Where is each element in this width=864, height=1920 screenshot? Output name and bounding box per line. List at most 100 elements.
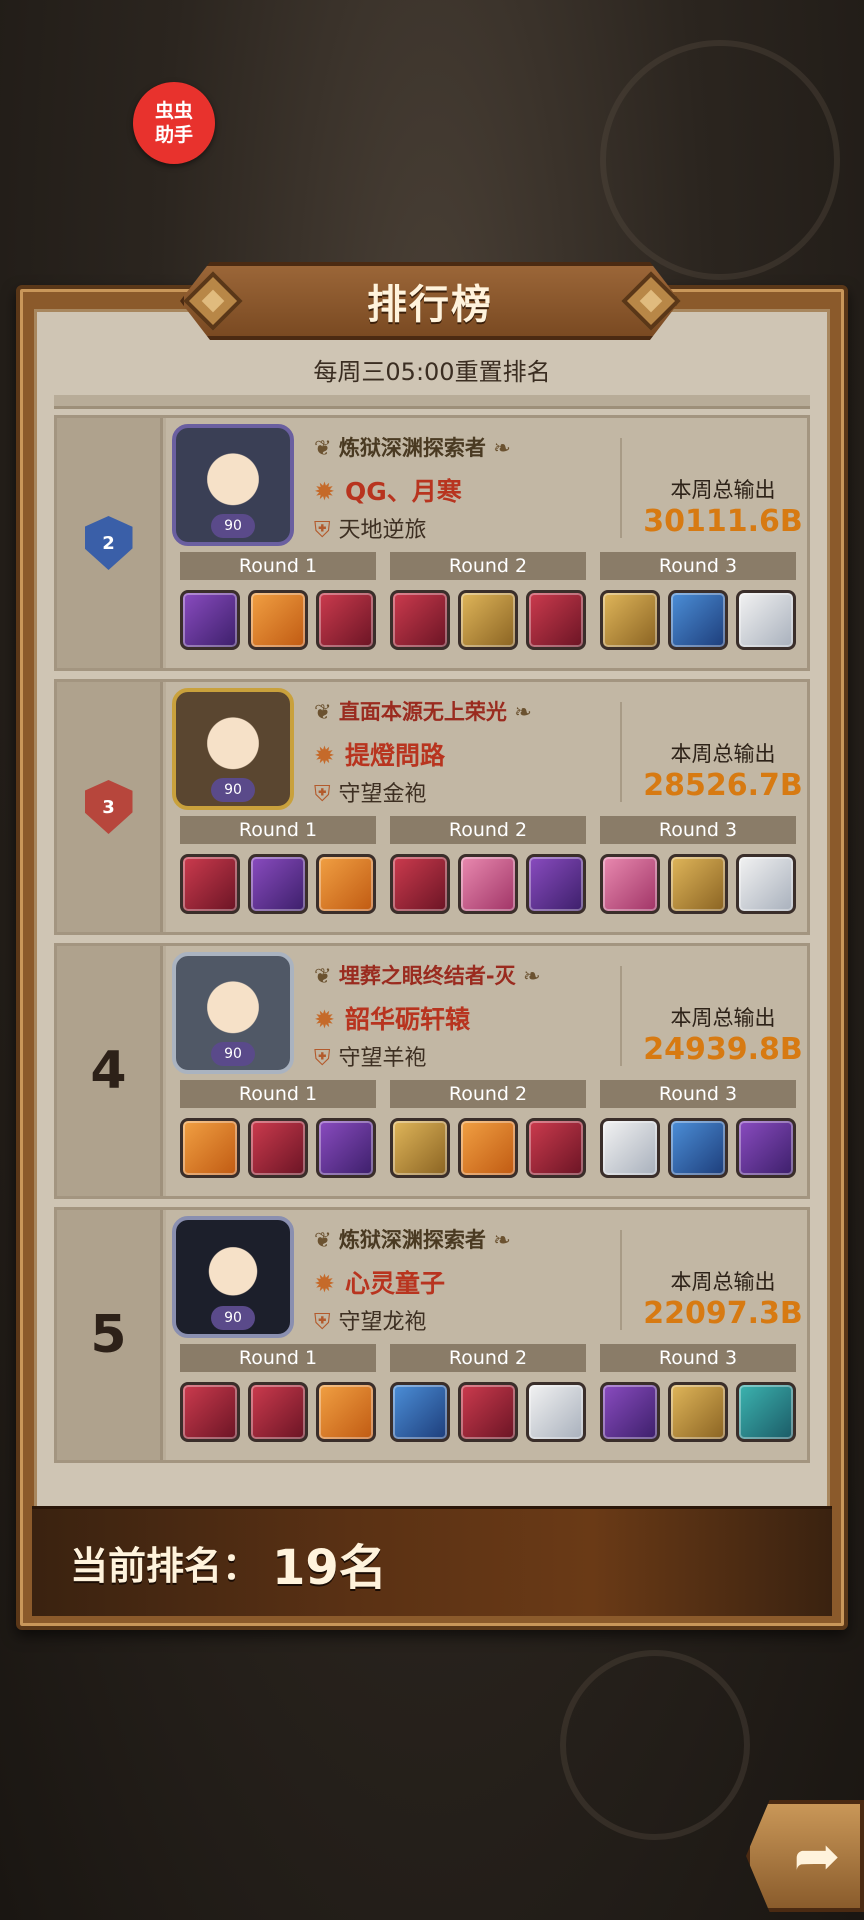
hero-portrait[interactable] [316, 590, 376, 650]
hero-portrait[interactable] [600, 854, 660, 914]
divider [620, 438, 622, 538]
hero-portrait[interactable] [526, 1382, 586, 1442]
hero-portrait[interactable] [458, 854, 518, 914]
hero-portrait[interactable] [526, 590, 586, 650]
guild-emblem-icon: ⛨ [314, 782, 331, 807]
rank-cell: 5 [57, 1210, 163, 1460]
hero-portrait[interactable] [390, 854, 450, 914]
laurel-left-icon: ❦ [314, 1228, 339, 1252]
player-name: ✹ QG、月寒 [314, 472, 462, 508]
player-guild: ⛨ 守望龙袍 [314, 1304, 427, 1336]
hero-portrait[interactable] [668, 590, 728, 650]
hero-portrait[interactable] [248, 1382, 308, 1442]
level-badge: 90 [211, 1306, 255, 1330]
player-avatar[interactable]: 90 [172, 424, 294, 546]
round-label: Round 2 [390, 1344, 586, 1372]
hero-row [600, 1118, 796, 1178]
list-item[interactable]: 5 90 ❦ 炼狱深渊探索者 ❧ ✹ 心灵童子 ⛨ 守望龙袍 本周总输出 22097… [54, 1207, 810, 1463]
background-compass-ring [560, 1650, 750, 1840]
weekly-output-value: 28526.7B [643, 768, 803, 803]
list-item[interactable]: 4 90 ❦ 埋葬之眼终结者-灭 ❧ ✹ 韶华砺轩辕 ⛨ 守望羊袍 本周总输出 24… [54, 943, 810, 1199]
round-1-lineup: Round 1 [180, 552, 376, 650]
guild-name: 天地逆旅 [338, 518, 427, 543]
round-label: Round 3 [600, 1344, 796, 1372]
hero-portrait[interactable] [180, 1118, 240, 1178]
hero-portrait[interactable] [180, 854, 240, 914]
hero-portrait[interactable] [390, 1118, 450, 1178]
hero-portrait[interactable] [458, 1382, 518, 1442]
hero-portrait[interactable] [668, 1382, 728, 1442]
hero-portrait[interactable] [180, 590, 240, 650]
round-2-lineup: Round 2 [390, 552, 586, 650]
hero-portrait[interactable] [248, 854, 308, 914]
title-banner: 排行榜 [180, 262, 680, 340]
rank-number: 3 [102, 796, 115, 818]
round-label: Round 2 [390, 1080, 586, 1108]
round-3-lineup: Round 3 [600, 816, 796, 914]
round-3-lineup: Round 3 [600, 552, 796, 650]
list-item[interactable]: 2 90 ❦ 炼狱深渊探索者 ❧ ✹ QG、月寒 ⛨ 天地逆旅 本周总输出 3011… [54, 415, 810, 671]
level-badge: 90 [211, 778, 255, 802]
laurel-right-icon: ❧ [485, 1228, 511, 1252]
hero-portrait[interactable] [458, 590, 518, 650]
share-button[interactable]: ➦ [746, 1800, 864, 1912]
hero-portrait[interactable] [600, 1118, 660, 1178]
round-1-lineup: Round 1 [180, 1080, 376, 1178]
guild-name: 守望金袍 [338, 782, 427, 807]
laurel-left-icon: ❦ [314, 700, 339, 724]
round-lineups: Round 1 Round 2 Round 3 [180, 1344, 800, 1456]
laurel-right-icon: ❧ [506, 700, 532, 724]
round-label: Round 3 [600, 816, 796, 844]
helper-app-badge[interactable]: 虫虫助手 [133, 82, 215, 164]
divider [620, 966, 622, 1066]
round-label: Round 3 [600, 1080, 796, 1108]
hero-portrait[interactable] [526, 1118, 586, 1178]
player-honor-title: ❦ 埋葬之眼终结者-灭 ❧ [314, 960, 541, 990]
hero-portrait[interactable] [736, 1118, 796, 1178]
list-item[interactable]: 3 90 ❦ 直面本源无上荣光 ❧ ✹ 提燈問路 ⛨ 守望金袍 本周总输出 2852… [54, 679, 810, 935]
divider [620, 1230, 622, 1330]
round-label: Round 1 [180, 1080, 376, 1108]
hero-portrait[interactable] [600, 590, 660, 650]
hero-portrait[interactable] [180, 1382, 240, 1442]
player-honor-title: ❦ 直面本源无上荣光 ❧ [314, 696, 532, 726]
ranking-list[interactable]: 2 90 ❦ 炼狱深渊探索者 ❧ ✹ QG、月寒 ⛨ 天地逆旅 本周总输出 3011… [54, 395, 810, 1505]
hero-portrait[interactable] [390, 590, 450, 650]
level-badge: 90 [211, 514, 255, 538]
hero-portrait[interactable] [668, 854, 728, 914]
hero-portrait[interactable] [316, 1382, 376, 1442]
guild-emblem-icon: ⛨ [314, 1310, 331, 1335]
star-icon: ✹ [314, 741, 335, 770]
hero-portrait[interactable] [390, 1382, 450, 1442]
hero-portrait[interactable] [248, 1118, 308, 1178]
hero-portrait[interactable] [736, 590, 796, 650]
hero-portrait[interactable] [458, 1118, 518, 1178]
guild-emblem-icon: ⛨ [314, 518, 331, 543]
hero-portrait[interactable] [736, 854, 796, 914]
player-avatar[interactable]: 90 [172, 1216, 294, 1338]
weekly-output-label: 本周总输出 [670, 1270, 776, 1294]
hero-portrait[interactable] [736, 1382, 796, 1442]
player-avatar[interactable]: 90 [172, 952, 294, 1074]
hero-portrait[interactable] [316, 854, 376, 914]
round-lineups: Round 1 Round 2 Round 3 [180, 552, 800, 664]
current-rank-value: 19名 [272, 1539, 387, 1596]
player-honor-title-text: 炼狱深渊探索者 [338, 1228, 486, 1252]
round-2-lineup: Round 2 [390, 816, 586, 914]
round-1-lineup: Round 1 [180, 1344, 376, 1442]
hero-row [600, 590, 796, 650]
hero-portrait[interactable] [668, 1118, 728, 1178]
player-name-text: 韶华砺轩辕 [344, 1005, 470, 1034]
player-card: 90 ❦ 埋葬之眼终结者-灭 ❧ ✹ 韶华砺轩辕 ⛨ 守望羊袍 本周总输出 2493… [166, 946, 807, 1196]
player-avatar[interactable]: 90 [172, 688, 294, 810]
rank-cell: 4 [57, 946, 163, 1196]
player-card: 90 ❦ 直面本源无上荣光 ❧ ✹ 提燈問路 ⛨ 守望金袍 本周总输出 28526.… [166, 682, 807, 932]
weekly-output-value: 22097.3B [643, 1296, 803, 1331]
current-rank-label: 当前排名： [70, 1544, 261, 1588]
hero-portrait[interactable] [316, 1118, 376, 1178]
hero-portrait[interactable] [248, 590, 308, 650]
player-card: 90 ❦ 炼狱深渊探索者 ❧ ✹ QG、月寒 ⛨ 天地逆旅 本周总输出 30111.… [166, 418, 807, 668]
list-item-partial [54, 395, 810, 409]
hero-portrait[interactable] [600, 1382, 660, 1442]
hero-portrait[interactable] [526, 854, 586, 914]
